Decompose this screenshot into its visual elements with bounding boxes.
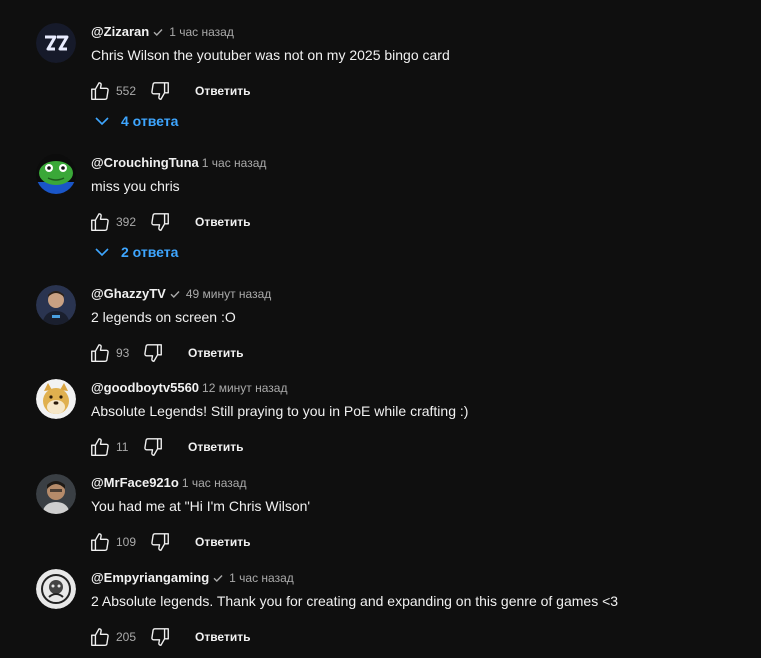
comment-text: 2 legends on screen :O [91, 309, 236, 325]
comment-actions: 109 Ответить [91, 526, 731, 558]
comment-text: 2 Absolute legends. Thank you for creati… [91, 593, 619, 609]
reply-button[interactable]: Ответить [188, 344, 243, 362]
like-button[interactable] [87, 206, 115, 238]
dislike-button[interactable] [140, 337, 168, 369]
emblem-avatar [36, 569, 76, 609]
comments-section: @Zizaran 1 час назад Chris Wilson the you… [0, 0, 761, 658]
thumbs-up-icon [91, 82, 109, 100]
comment-author[interactable]: @goodboytv5560 [91, 380, 199, 395]
dislike-button[interactable] [147, 621, 175, 653]
dislike-button[interactable] [147, 526, 175, 558]
chevron-down-icon [93, 243, 111, 261]
zizaran-logo-avatar [36, 23, 76, 63]
like-button[interactable] [87, 337, 115, 369]
comment-author[interactable]: @GhazzyTV [91, 286, 166, 301]
avatar[interactable] [36, 285, 76, 325]
like-count: 205 [116, 630, 137, 644]
comment-text: miss you chris [91, 178, 180, 194]
green-frog-avatar [36, 154, 76, 194]
avatar[interactable] [36, 379, 76, 419]
verified-check-icon [169, 288, 181, 300]
avatar[interactable] [36, 474, 76, 514]
thumbs-down-icon [151, 628, 169, 646]
thumbs-down-icon [151, 213, 169, 231]
like-count: 93 [116, 346, 130, 360]
avatar[interactable] [36, 569, 76, 609]
verified-check-icon [212, 572, 224, 584]
comment-author[interactable]: @MrFace921o [91, 475, 179, 490]
comment-actions: 93 Ответить [91, 337, 731, 369]
like-count: 109 [116, 535, 137, 549]
thumbs-down-icon [151, 82, 169, 100]
verified-check-icon [152, 26, 164, 38]
like-button[interactable] [87, 621, 115, 653]
comment-timestamp[interactable]: 12 минут назад [202, 381, 287, 395]
comment-author[interactable]: @Empyriangaming [91, 570, 209, 585]
comment-text: You had me at "Hi I'm Chris Wilson' [91, 498, 311, 514]
comment-text: Absolute Legends! Still praying to you i… [91, 403, 469, 419]
comment-timestamp[interactable]: 1 час назад [182, 476, 247, 490]
thumbs-up-icon [91, 213, 109, 231]
doge-avatar [36, 379, 76, 419]
face-photo-avatar [36, 474, 76, 514]
person-photo-avatar [36, 285, 76, 325]
comment-timestamp[interactable]: 49 минут назад [186, 287, 271, 301]
replies-count: 4 ответа [121, 113, 179, 129]
thumbs-up-icon [91, 628, 109, 646]
thumbs-up-icon [91, 533, 109, 551]
comment-author[interactable]: @Zizaran [91, 24, 149, 39]
dislike-button[interactable] [140, 431, 168, 463]
comment-timestamp[interactable]: 1 час назад [229, 571, 294, 585]
comment-actions: 11 Ответить [91, 431, 731, 463]
comment-timestamp[interactable]: 1 час назад [202, 156, 267, 170]
thumbs-down-icon [151, 533, 169, 551]
reply-button[interactable]: Ответить [195, 213, 250, 231]
avatar[interactable] [36, 154, 76, 194]
thumbs-up-icon [91, 344, 109, 362]
thumbs-down-icon [144, 344, 162, 362]
reply-button[interactable]: Ответить [195, 533, 250, 551]
thumbs-up-icon [91, 438, 109, 456]
like-button[interactable] [87, 75, 115, 107]
comment-actions: 552 Ответить [91, 75, 731, 107]
comment-timestamp[interactable]: 1 час назад [169, 25, 234, 39]
like-button[interactable] [87, 431, 115, 463]
like-count: 11 [116, 440, 129, 454]
comment-author[interactable]: @CrouchingTuna [91, 155, 199, 170]
comment-text: Chris Wilson the youtuber was not on my … [91, 47, 450, 63]
reply-button[interactable]: Ответить [188, 438, 243, 456]
dislike-button[interactable] [147, 206, 175, 238]
comment-actions: 205 Ответить [91, 621, 731, 653]
reply-button[interactable]: Ответить [195, 628, 250, 646]
replies-count: 2 ответа [121, 244, 179, 260]
reply-button[interactable]: Ответить [195, 82, 250, 100]
chevron-down-icon [93, 112, 111, 130]
comment-actions: 392 Ответить [91, 206, 731, 238]
dislike-button[interactable] [147, 75, 175, 107]
avatar[interactable] [36, 23, 76, 63]
like-button[interactable] [87, 526, 115, 558]
like-count: 552 [116, 84, 137, 98]
thumbs-down-icon [144, 438, 162, 456]
like-count: 392 [116, 215, 137, 229]
